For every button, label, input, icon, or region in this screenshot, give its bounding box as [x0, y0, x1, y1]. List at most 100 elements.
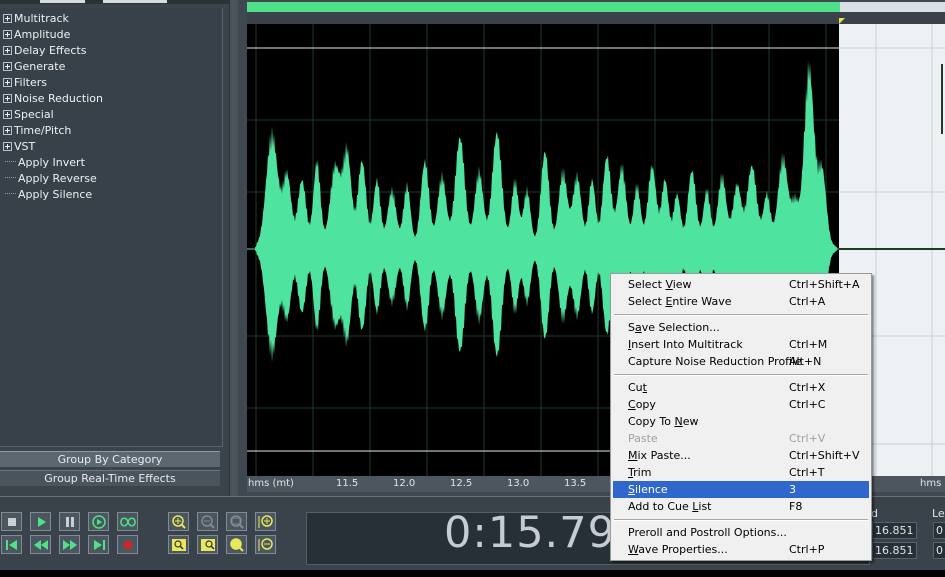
- tree-category-special[interactable]: Special: [3, 107, 54, 123]
- group-by-category-button[interactable]: Group By Category: [0, 451, 220, 467]
- zoom-out-horizontal-button[interactable]: [197, 512, 218, 531]
- zoom-selection-button[interactable]: [226, 535, 247, 554]
- panel-splitter[interactable]: [229, 0, 238, 500]
- zoom-full-icon: [230, 515, 244, 529]
- loop-button[interactable]: [117, 512, 138, 531]
- zoom-in-horizontal-button[interactable]: [168, 512, 189, 531]
- go-to-end-button[interactable]: [88, 535, 109, 554]
- menu-item-add-to-cue-list[interactable]: Add to Cue List F8: [613, 498, 869, 515]
- menu-item-shortcut: Ctrl+M: [789, 338, 828, 351]
- tree-category-amplitude[interactable]: Amplitude: [3, 27, 70, 43]
- menu-item-label: Mix Paste...: [628, 449, 691, 462]
- stop-button[interactable]: [1, 512, 22, 531]
- ruler-tick-label: 13.5: [564, 478, 587, 489]
- record-button[interactable]: [117, 535, 138, 554]
- tree-category-multitrack[interactable]: Multitrack: [3, 11, 69, 27]
- tree-category-time-pitch[interactable]: Time/Pitch: [3, 123, 71, 139]
- menu-item-cut[interactable]: Cut Ctrl+X: [613, 379, 869, 396]
- tree-category-vst[interactable]: VST: [3, 139, 35, 155]
- menu-item-copy-to-new[interactable]: Copy To New: [613, 413, 869, 430]
- expand-icon[interactable]: [3, 142, 12, 151]
- tree-category-filters[interactable]: Filters: [3, 75, 47, 91]
- panel-tab[interactable]: [103, 0, 167, 3]
- menu-item-shortcut: Ctrl+V: [789, 432, 826, 445]
- zoom-in-left-button[interactable]: [168, 535, 189, 554]
- expand-icon[interactable]: [3, 78, 12, 87]
- menu-item-select-view[interactable]: Select View Ctrl+Shift+A: [613, 276, 869, 293]
- tree-item-label: Apply Silence: [18, 188, 93, 201]
- expand-icon[interactable]: [3, 30, 12, 39]
- expand-icon[interactable]: [3, 126, 12, 135]
- tree-action-apply-silence[interactable]: Apply Silence: [0, 187, 92, 203]
- tree-item-label: Generate: [14, 60, 66, 73]
- zoom-full-button[interactable]: [226, 512, 247, 531]
- menu-item-label: Copy: [628, 398, 656, 411]
- tree-action-apply-reverse[interactable]: Apply Reverse: [0, 171, 97, 187]
- selection-begin-value[interactable]: 16.851: [872, 522, 917, 539]
- menu-item-save-selection[interactable]: Save Selection...: [613, 319, 869, 336]
- expand-icon[interactable]: [3, 110, 12, 119]
- menu-item-label: Save Selection...: [628, 321, 720, 334]
- rewind-button[interactable]: [30, 535, 51, 554]
- menu-item-label: Select View: [628, 278, 692, 291]
- zoom-in-right-icon: [201, 539, 215, 551]
- zoom-out-vertical-button[interactable]: [255, 535, 276, 554]
- panel-tab[interactable]: [40, 0, 85, 3]
- tree-item-label: Time/Pitch: [14, 124, 72, 137]
- pause-icon: [66, 517, 74, 527]
- menu-item-trim[interactable]: Trim Ctrl+T: [613, 464, 869, 481]
- expand-icon[interactable]: [3, 14, 12, 23]
- fast-forward-icon: [63, 540, 77, 550]
- effects-panel: Multitrack Amplitude Delay Effects Generate…: [0, 0, 230, 500]
- cue-marker-strip: [247, 12, 945, 24]
- menu-item-label: Insert Into Multitrack: [628, 338, 743, 351]
- tree-item-label: VST: [14, 140, 36, 153]
- menu-item-select-entire-wave[interactable]: Select Entire Wave Ctrl+A: [613, 293, 869, 310]
- zoom-in-vertical-button[interactable]: [255, 512, 276, 531]
- panel-tabs-strip: [0, 0, 230, 4]
- status-bar: [0, 570, 945, 577]
- zoom-in-right-button[interactable]: [197, 535, 218, 554]
- tree-item-label: Apply Reverse: [18, 172, 97, 185]
- tree-category-noise-reduction[interactable]: Noise Reduction: [3, 91, 103, 107]
- stop-icon: [8, 518, 16, 526]
- expand-icon[interactable]: [3, 94, 12, 103]
- expand-icon[interactable]: [3, 46, 12, 55]
- tree-item-label: Special: [14, 108, 54, 121]
- zoom-in-horizontal-icon: [172, 515, 186, 529]
- selection-end-value[interactable]: 16.851: [872, 542, 917, 559]
- wave-overview-bar[interactable]: [247, 2, 945, 12]
- play-button[interactable]: [30, 512, 51, 531]
- menu-item-silence[interactable]: Silence 3: [613, 481, 869, 498]
- menu-item-mix-paste[interactable]: Mix Paste... Ctrl+Shift+V: [613, 447, 869, 464]
- fast-forward-button[interactable]: [59, 535, 80, 554]
- pause-button[interactable]: [59, 512, 80, 531]
- tree-item-label: Apply Invert: [18, 156, 85, 169]
- tree-category-generate[interactable]: Generate: [3, 59, 65, 75]
- play-to-end-button[interactable]: [88, 512, 109, 531]
- menu-separator: [614, 374, 868, 376]
- menu-item-paste[interactable]: Paste Ctrl+V: [613, 430, 869, 447]
- tree-connector: [5, 177, 16, 178]
- menu-separator: [614, 314, 868, 316]
- menu-item-wave-properties[interactable]: Wave Properties... Ctrl+P: [613, 541, 869, 558]
- group-realtime-effects-button[interactable]: Group Real-Time Effects: [0, 470, 220, 486]
- expand-icon[interactable]: [3, 62, 12, 71]
- tree-category-delay-effects[interactable]: Delay Effects: [3, 43, 86, 59]
- menu-item-shortcut: Ctrl+X: [789, 381, 826, 394]
- menu-item-capture-noise-reduction-profile[interactable]: Capture Noise Reduction Profile Alt+N: [613, 353, 869, 370]
- menu-item-shortcut: Ctrl+Shift+A: [789, 278, 860, 291]
- ruler-unit-label-right: hms: [920, 478, 942, 489]
- tree-action-apply-invert[interactable]: Apply Invert: [0, 155, 85, 171]
- tree-item-label: Multitrack: [14, 12, 69, 25]
- menu-item-copy[interactable]: Copy Ctrl+C: [613, 396, 869, 413]
- length-value[interactable]: 0: [933, 522, 945, 539]
- length-value[interactable]: 0: [933, 542, 945, 559]
- menu-item-preroll-and-postroll-options[interactable]: Preroll and Postroll Options...: [613, 524, 869, 541]
- overview-visible-range[interactable]: [247, 2, 840, 12]
- menu-item-shortcut: 3: [789, 483, 796, 496]
- loop-icon: [120, 517, 136, 527]
- tree-connector: [5, 161, 16, 162]
- menu-item-insert-into-multitrack[interactable]: Insert Into Multitrack Ctrl+M: [613, 336, 869, 353]
- go-to-start-button[interactable]: [1, 535, 22, 554]
